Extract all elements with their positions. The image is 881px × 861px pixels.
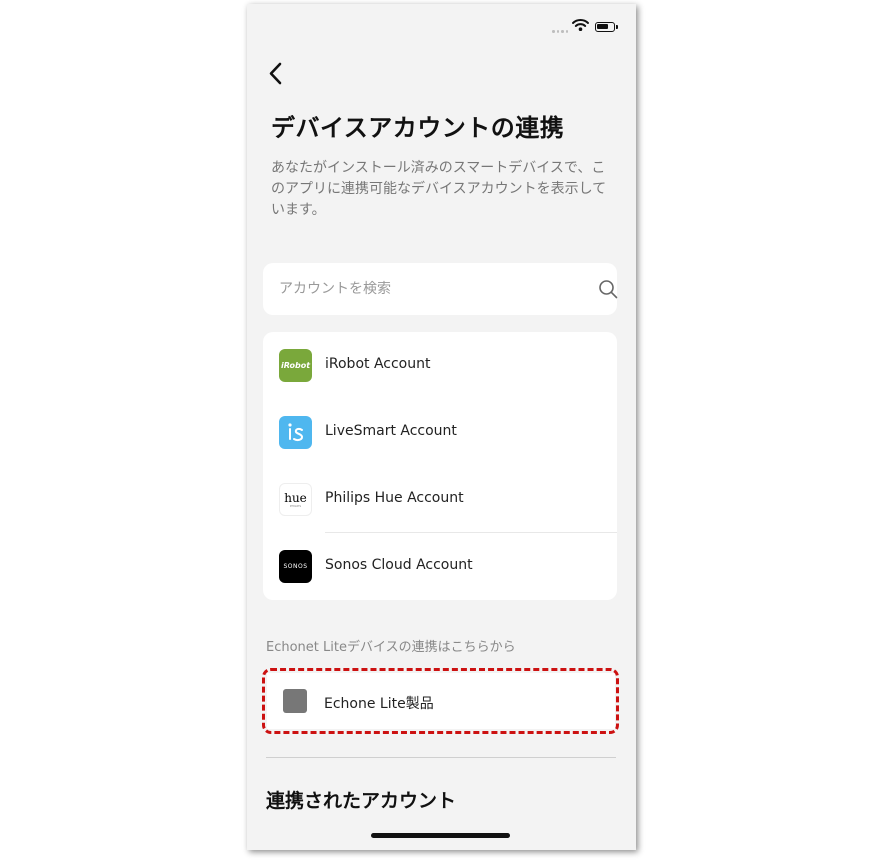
- wifi-icon: [572, 19, 589, 31]
- account-item-philips-hue[interactable]: hue PHILIPS Philips Hue Account: [263, 466, 617, 533]
- highlight-dashed-box: [262, 668, 619, 734]
- account-item-livesmart[interactable]: LiveSmart Account: [263, 399, 617, 466]
- chevron-left-icon: [269, 62, 282, 85]
- account-item-irobot[interactable]: iRobot iRobot Account: [263, 332, 617, 399]
- irobot-logo-icon: iRobot: [279, 349, 312, 382]
- hue-logo-subtext: PHILIPS: [289, 503, 302, 508]
- search-input[interactable]: [279, 263, 559, 315]
- search-box: [263, 263, 618, 315]
- back-button[interactable]: [265, 60, 289, 88]
- page-description: あなたがインストール済みのスマートデバイスで、このアプリに連携可能なデバイスアカ…: [271, 160, 607, 218]
- signal-icon: [552, 30, 568, 34]
- account-item-label: Sonos Cloud Account: [325, 557, 473, 573]
- sonos-logo-icon: SONOS: [279, 550, 312, 583]
- page-title: デバイスアカウントの連携: [271, 114, 565, 142]
- status-bar: [247, 4, 636, 44]
- account-item-label: iRobot Account: [325, 356, 431, 372]
- account-item-label: LiveSmart Account: [325, 423, 457, 439]
- section-divider: [266, 757, 616, 758]
- account-item-sonos[interactable]: SONOS Sonos Cloud Account: [263, 533, 617, 600]
- philips-hue-logo-icon: hue PHILIPS: [279, 483, 312, 516]
- phone-screen: デバイスアカウントの連携 あなたがインストール済みのスマートデバイスで、このアプ…: [247, 4, 636, 850]
- account-item-label: Philips Hue Account: [325, 490, 464, 506]
- hue-logo-text: hue: [284, 490, 307, 505]
- home-indicator[interactable]: [371, 833, 510, 838]
- battery-icon: [595, 22, 618, 32]
- livesmart-logo-icon: [279, 416, 312, 449]
- linked-accounts-title: 連携されたアカウント: [266, 790, 457, 812]
- echonet-section-label: Echonet Liteデバイスの連携はこちらから: [266, 640, 516, 655]
- account-list: iRobot iRobot Account LiveSmart Account …: [263, 332, 617, 600]
- search-icon[interactable]: [598, 279, 618, 299]
